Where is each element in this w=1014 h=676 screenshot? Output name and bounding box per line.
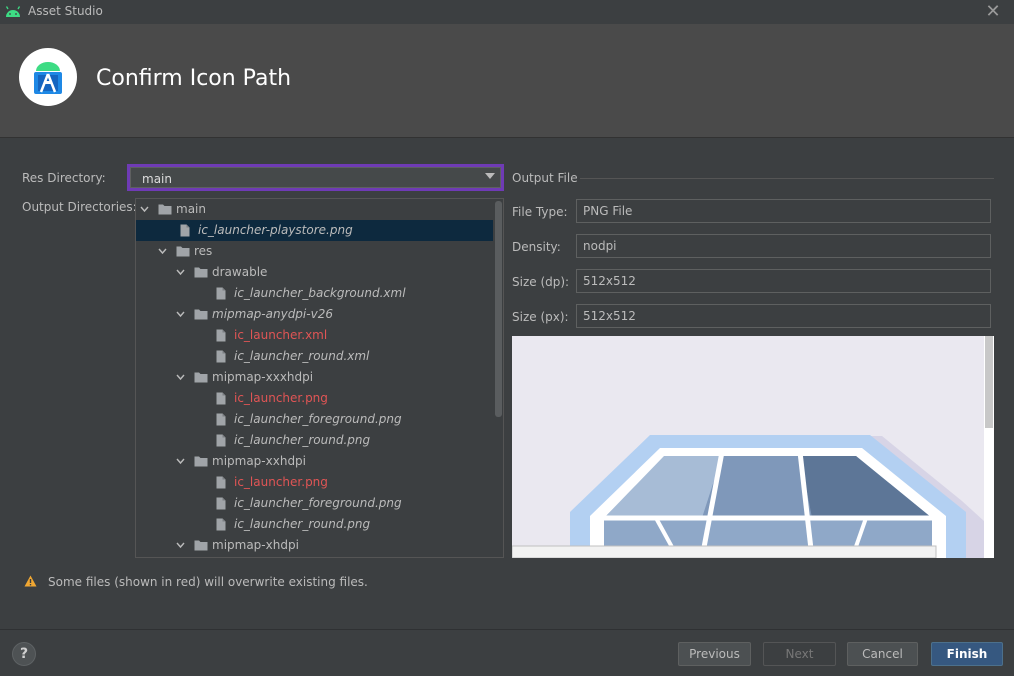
next-button[interactable]: Next <box>763 642 836 666</box>
folder-icon <box>194 267 208 278</box>
preview-scrollbar-thumb[interactable] <box>985 336 993 428</box>
size-px-field: 512x512 <box>576 304 991 328</box>
res-directory-dropdown-frame <box>130 167 501 188</box>
page-title: Confirm Icon Path <box>96 66 292 91</box>
file-icon <box>216 350 226 363</box>
output-directories-label: Output Directories: <box>22 200 137 214</box>
tree-item[interactable]: ic_launcher_round.png <box>136 514 494 535</box>
folder-icon <box>158 204 172 215</box>
tree-scrollbar[interactable] <box>493 199 503 557</box>
res-directory-label: Res Directory: <box>22 171 106 185</box>
android-icon <box>5 6 21 17</box>
output-directories-tree[interactable]: mipmap-xhdpi ic_launcher_round.png ic_laun… <box>135 198 504 558</box>
chevron-down-icon[interactable] <box>176 542 185 549</box>
chevron-down-icon[interactable] <box>176 374 185 381</box>
tree-item-label: ic_launcher_round.png <box>234 517 371 531</box>
tree-item[interactable]: ic_launcher.png <box>136 388 494 409</box>
chevron-down-icon[interactable] <box>140 206 149 213</box>
chevron-down-icon[interactable] <box>176 458 185 465</box>
footer-divider <box>0 629 1014 630</box>
chevron-down-icon[interactable] <box>158 248 167 255</box>
tree-item[interactable]: ic_launcher_round.xml <box>136 346 494 367</box>
tree-item-label: res <box>194 244 213 258</box>
title-bar: Asset Studio ✕ <box>0 0 1014 24</box>
density-field: nodpi <box>576 234 991 258</box>
file-icon <box>216 287 226 300</box>
tree-item[interactable]: ic_launcher_round.png <box>136 430 494 451</box>
previous-button[interactable]: Previous <box>678 642 751 666</box>
folder-icon <box>176 246 190 257</box>
tree-item-label: ic_launcher_round.png <box>234 433 371 447</box>
tree-item[interactable]: res <box>136 241 494 262</box>
file-icon <box>216 434 226 447</box>
warning-icon <box>24 575 37 587</box>
tree-item[interactable]: ic_launcher_foreground.png <box>136 493 494 514</box>
tree-item-label-overwrite: ic_launcher.png <box>234 391 328 405</box>
output-file-section-title: Output File <box>512 171 578 185</box>
tree-item[interactable]: ic_launcher.png <box>136 472 494 493</box>
tree-item-label: mipmap-xxhdpi <box>212 454 307 468</box>
tree-item-label: ic_launcher_foreground.png <box>234 412 402 426</box>
size-dp-label: Size (dp): <box>512 275 570 289</box>
file-icon <box>216 329 226 342</box>
tree-item-label: main <box>176 202 206 216</box>
section-divider <box>580 178 994 179</box>
tree-item[interactable]: ic_launcher-playstore.png <box>136 220 494 241</box>
tree-item-label: ic_launcher_round.xml <box>234 349 370 363</box>
file-icon <box>216 518 226 531</box>
folder-icon <box>194 372 208 383</box>
tree-item-label: mipmap-xhdpi <box>212 538 299 552</box>
tree-item-label: mipmap-xxxhdpi <box>212 370 314 384</box>
file-type-label: File Type: <box>512 205 568 219</box>
android-studio-icon <box>19 48 77 106</box>
icon-preview[interactable] <box>512 336 994 558</box>
tree-item-label: drawable <box>212 265 268 279</box>
file-icon <box>216 497 226 510</box>
folder-icon <box>194 456 208 467</box>
tree-item[interactable]: ic_launcher_foreground.png <box>136 409 494 430</box>
chevron-down-icon[interactable] <box>485 173 495 179</box>
file-type-field: PNG File <box>576 199 991 223</box>
tree-item-label: ic_launcher_foreground.png <box>234 496 402 510</box>
tree-scrollbar-thumb[interactable] <box>495 201 502 417</box>
tree-item[interactable]: main <box>136 199 494 220</box>
tree-item-label: ic_launcher-playstore.png <box>198 223 353 237</box>
res-directory-value: main <box>142 172 172 186</box>
file-icon <box>180 224 190 237</box>
size-px-label: Size (px): <box>512 310 569 324</box>
chevron-down-icon[interactable] <box>176 311 185 318</box>
tree-item[interactable]: mipmap-xhdpi <box>136 535 494 556</box>
tree-item[interactable]: ic_launcher_background.xml <box>136 283 494 304</box>
launcher-icon-preview-image <box>512 435 984 558</box>
tree-item[interactable]: mipmap-anydpi-v26 <box>136 304 494 325</box>
tree-item[interactable]: mipmap-xxxhdpi <box>136 367 494 388</box>
folder-icon <box>194 540 208 551</box>
window-title: Asset Studio <box>28 4 103 18</box>
res-directory-dropdown[interactable]: main <box>127 164 504 191</box>
file-icon <box>216 476 226 489</box>
chevron-down-icon[interactable] <box>176 269 185 276</box>
cancel-button[interactable]: Cancel <box>847 642 918 666</box>
tree-item[interactable]: mipmap-xxhdpi <box>136 451 494 472</box>
density-label: Density: <box>512 240 561 254</box>
file-icon <box>216 392 226 405</box>
tree-item-label-overwrite: ic_launcher.xml <box>234 328 328 342</box>
tree-item-label: ic_launcher_background.xml <box>234 286 406 300</box>
file-icon <box>216 413 226 426</box>
preview-scrollbar[interactable] <box>984 336 994 558</box>
finish-button[interactable]: Finish <box>931 642 1003 666</box>
tree-item-label-overwrite: ic_launcher.png <box>234 475 328 489</box>
tree-item-label: mipmap-anydpi-v26 <box>212 307 333 321</box>
tree-item[interactable]: drawable <box>136 262 494 283</box>
tree-item[interactable]: ic_launcher.xml <box>136 325 494 346</box>
size-dp-field: 512x512 <box>576 269 991 293</box>
wizard-header: Confirm Icon Path <box>0 24 1014 138</box>
folder-icon <box>194 309 208 320</box>
overwrite-warning-text: Some files (shown in red) will overwrite… <box>48 575 368 589</box>
help-button[interactable]: ? <box>12 642 36 666</box>
close-icon[interactable]: ✕ <box>980 0 1006 24</box>
